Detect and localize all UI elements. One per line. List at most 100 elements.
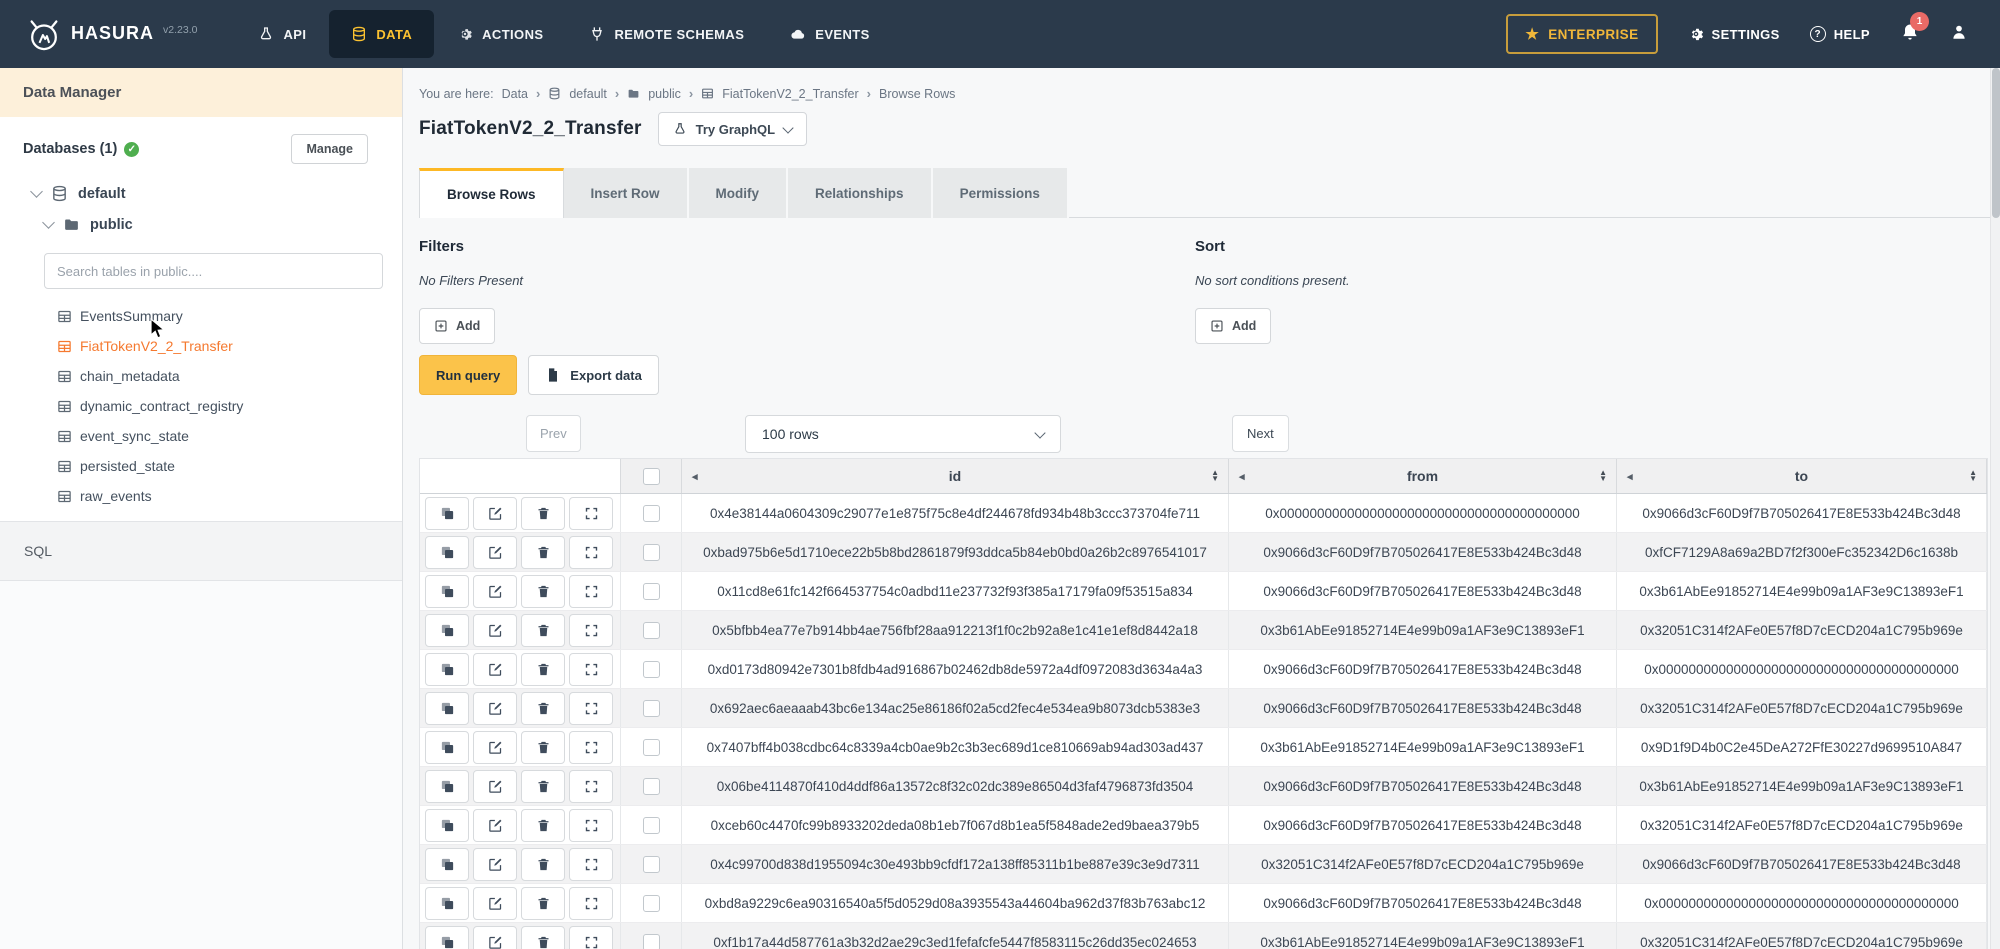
edit-row-button[interactable] [473, 848, 517, 881]
delete-row-button[interactable] [521, 731, 565, 764]
breadcrumb-public[interactable]: public [648, 87, 681, 101]
expand-row-button[interactable] [569, 926, 613, 949]
delete-row-button[interactable] [521, 770, 565, 803]
sidebar-item-sql[interactable]: SQL [0, 521, 402, 581]
clone-row-button[interactable] [425, 692, 469, 725]
delete-row-button[interactable] [521, 848, 565, 881]
clone-row-button[interactable] [425, 731, 469, 764]
row-checkbox[interactable] [643, 583, 660, 600]
expand-row-button[interactable] [569, 848, 613, 881]
select-all-checkbox[interactable] [643, 468, 660, 485]
edit-row-button[interactable] [473, 770, 517, 803]
run-query-button[interactable]: Run query [419, 355, 517, 395]
header-col-from[interactable]: ◂ from ▲▼ [1229, 459, 1617, 493]
header-col-id[interactable]: ◂ id ▲▼ [682, 459, 1229, 493]
search-tables-input[interactable] [44, 253, 383, 289]
delete-row-button[interactable] [521, 926, 565, 949]
scrollbar-thumb[interactable] [1992, 68, 2000, 218]
sidebar-table-fiattokenv2-2-transfer[interactable]: FiatTokenV2_2_Transfer [0, 331, 402, 361]
row-checkbox[interactable] [643, 856, 660, 873]
nav-item-api[interactable]: API [235, 0, 329, 68]
clone-row-button[interactable] [425, 770, 469, 803]
row-checkbox[interactable] [643, 544, 660, 561]
row-checkbox[interactable] [643, 934, 660, 949]
header-col-to[interactable]: ◂ to ▲▼ [1617, 459, 1987, 493]
edit-row-button[interactable] [473, 614, 517, 647]
collapse-column-icon[interactable]: ◂ [692, 470, 698, 483]
delete-row-button[interactable] [521, 692, 565, 725]
breadcrumb-data[interactable]: Data [502, 87, 528, 101]
tab-browse-rows[interactable]: Browse Rows [419, 168, 564, 218]
tab-insert-row[interactable]: Insert Row [564, 168, 689, 218]
tab-relationships[interactable]: Relationships [788, 168, 933, 218]
tree-item-public-schema[interactable]: public [0, 209, 402, 240]
edit-row-button[interactable] [473, 497, 517, 530]
expand-row-button[interactable] [569, 536, 613, 569]
next-page-button[interactable]: Next [1232, 415, 1289, 452]
row-checkbox[interactable] [643, 739, 660, 756]
clone-row-button[interactable] [425, 653, 469, 686]
expand-row-button[interactable] [569, 692, 613, 725]
delete-row-button[interactable] [521, 497, 565, 530]
delete-row-button[interactable] [521, 575, 565, 608]
edit-row-button[interactable] [473, 809, 517, 842]
clone-row-button[interactable] [425, 497, 469, 530]
clone-row-button[interactable] [425, 809, 469, 842]
sort-icon[interactable]: ▲▼ [1969, 470, 1977, 482]
sidebar-table-chain-metadata[interactable]: chain_metadata [0, 361, 402, 391]
help-button[interactable]: ? HELP [1810, 26, 1870, 42]
vertical-scrollbar[interactable] [1990, 68, 2000, 949]
expand-row-button[interactable] [569, 770, 613, 803]
settings-button[interactable]: SETTINGS [1688, 26, 1780, 42]
expand-row-button[interactable] [569, 809, 613, 842]
clone-row-button[interactable] [425, 614, 469, 647]
enterprise-button[interactable]: ★ ENTERPRISE [1506, 14, 1657, 54]
row-checkbox[interactable] [643, 661, 660, 678]
sidebar-table-eventssummary[interactable]: EventsSummary [0, 301, 402, 331]
expand-row-button[interactable] [569, 575, 613, 608]
nav-item-data[interactable]: DATA [329, 10, 434, 58]
row-checkbox[interactable] [643, 895, 660, 912]
delete-row-button[interactable] [521, 653, 565, 686]
edit-row-button[interactable] [473, 575, 517, 608]
edit-row-button[interactable] [473, 692, 517, 725]
delete-row-button[interactable] [521, 536, 565, 569]
tree-item-default-db[interactable]: default [0, 178, 402, 209]
add-filter-button[interactable]: Add [419, 308, 495, 344]
collapse-column-icon[interactable]: ◂ [1627, 470, 1633, 483]
export-data-button[interactable]: Export data [528, 355, 659, 395]
rows-per-page-select[interactable]: 100 rows [745, 415, 1061, 453]
expand-row-button[interactable] [569, 614, 613, 647]
manage-button[interactable]: Manage [291, 134, 368, 164]
row-checkbox[interactable] [643, 622, 660, 639]
breadcrumb-default[interactable]: default [569, 87, 607, 101]
delete-row-button[interactable] [521, 887, 565, 920]
clone-row-button[interactable] [425, 887, 469, 920]
expand-row-button[interactable] [569, 887, 613, 920]
notifications-button[interactable]: 1 [1900, 22, 1920, 47]
expand-row-button[interactable] [569, 653, 613, 686]
nav-item-events[interactable]: EVENTS [767, 0, 892, 68]
sort-icon[interactable]: ▲▼ [1211, 470, 1219, 482]
clone-row-button[interactable] [425, 848, 469, 881]
add-sort-button[interactable]: Add [1195, 308, 1271, 344]
clone-row-button[interactable] [425, 536, 469, 569]
row-checkbox[interactable] [643, 817, 660, 834]
clone-row-button[interactable] [425, 575, 469, 608]
edit-row-button[interactable] [473, 887, 517, 920]
sidebar-table-dynamic-contract-registry[interactable]: dynamic_contract_registry [0, 391, 402, 421]
clone-row-button[interactable] [425, 926, 469, 949]
edit-row-button[interactable] [473, 926, 517, 949]
expand-row-button[interactable] [569, 731, 613, 764]
edit-row-button[interactable] [473, 653, 517, 686]
tab-permissions[interactable]: Permissions [933, 168, 1069, 218]
sidebar-table-persisted-state[interactable]: persisted_state [0, 451, 402, 481]
expand-row-button[interactable] [569, 497, 613, 530]
hasura-brand[interactable]: HASURA v2.23.0 [0, 15, 197, 53]
edit-row-button[interactable] [473, 536, 517, 569]
sort-icon[interactable]: ▲▼ [1599, 470, 1607, 482]
row-checkbox[interactable] [643, 505, 660, 522]
sidebar-table-raw-events[interactable]: raw_events [0, 481, 402, 511]
delete-row-button[interactable] [521, 809, 565, 842]
row-checkbox[interactable] [643, 700, 660, 717]
